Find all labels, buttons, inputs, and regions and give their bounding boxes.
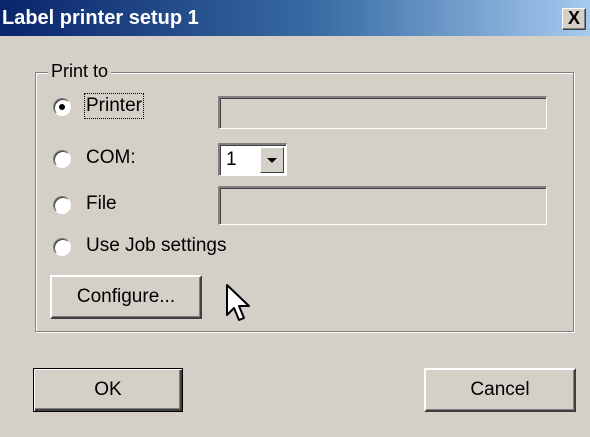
com-port-value: 1 xyxy=(226,149,237,170)
file-field[interactable] xyxy=(218,186,547,225)
chevron-down-icon[interactable] xyxy=(260,147,284,173)
file-radio[interactable] xyxy=(53,196,71,214)
com-radio[interactable] xyxy=(53,150,71,168)
group-label: Print to xyxy=(48,61,112,82)
printer-field[interactable] xyxy=(218,96,547,129)
window-title: Label printer setup 1 xyxy=(2,7,199,29)
cancel-button[interactable]: Cancel xyxy=(424,368,576,412)
configure-button[interactable]: Configure... xyxy=(50,275,202,319)
title-bar: Label printer setup 1 X xyxy=(0,0,590,36)
job-settings-radio[interactable] xyxy=(53,238,71,256)
com-label[interactable]: COM: xyxy=(86,147,136,169)
printer-label[interactable]: Printer xyxy=(84,93,144,119)
close-button[interactable]: X xyxy=(562,8,586,30)
file-label[interactable]: File xyxy=(86,193,117,215)
ok-button[interactable]: OK xyxy=(33,368,183,412)
com-port-select[interactable]: 1 xyxy=(218,143,287,176)
job-settings-label[interactable]: Use Job settings xyxy=(86,235,226,257)
mouse-pointer-icon xyxy=(226,284,250,321)
printer-radio[interactable] xyxy=(53,98,71,116)
